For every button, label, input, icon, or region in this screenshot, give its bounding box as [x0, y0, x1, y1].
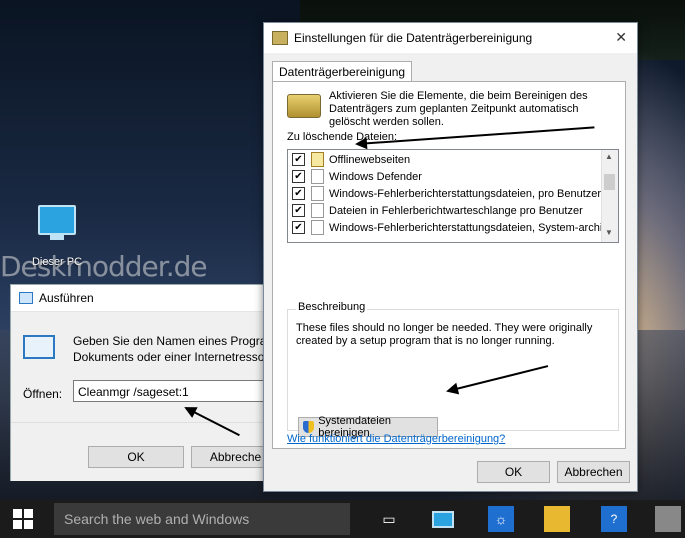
- settings-icon[interactable]: ☼: [488, 506, 514, 532]
- taskbar-search[interactable]: Search the web and Windows: [54, 503, 350, 535]
- checkbox[interactable]: ✔: [292, 221, 305, 234]
- list-item[interactable]: ✔ Dateien in Fehlerberichtwarteschlange …: [292, 202, 583, 219]
- file-explorer-icon[interactable]: [544, 506, 570, 532]
- checkbox[interactable]: ✔: [292, 204, 305, 217]
- tab-disk-cleanup[interactable]: Datenträgerbereinigung: [272, 61, 413, 82]
- drive-icon: [287, 94, 321, 118]
- file-icon: [311, 203, 324, 218]
- description-legend: Beschreibung: [296, 301, 368, 313]
- offline-pages-icon: [311, 152, 324, 167]
- file-icon: [311, 186, 324, 201]
- run-titlebar[interactable]: Ausführen: [11, 285, 279, 312]
- uac-shield-icon: [303, 421, 315, 433]
- disk-cleanup-icon: [272, 31, 288, 45]
- checkbox[interactable]: ✔: [292, 187, 305, 200]
- scroll-thumb[interactable]: [604, 174, 615, 190]
- list-item[interactable]: ✔ Windows Defender: [292, 168, 422, 185]
- list-scrollbar[interactable]: ▲ ▼: [601, 150, 618, 242]
- printer-icon[interactable]: [655, 506, 681, 532]
- list-item[interactable]: ✔ Windows-Fehlerberichterstattungsdateie…: [292, 185, 610, 202]
- run-description: Geben Sie den Namen eines Program Dokume…: [73, 334, 273, 364]
- files-list[interactable]: ✔ Offlinewebseiten ✔ Windows Defender ✔ …: [287, 149, 619, 243]
- open-input[interactable]: Cleanmgr /sageset:1: [73, 380, 273, 402]
- this-pc-icon: [38, 205, 76, 235]
- watermark: Deskmodder.de: [0, 250, 208, 283]
- list-item[interactable]: ✔ Windows-Fehlerberichterstattungsdateie…: [292, 219, 611, 236]
- scroll-down-icon[interactable]: ▼: [605, 228, 613, 237]
- start-button[interactable]: [0, 500, 46, 538]
- ok-button[interactable]: OK: [477, 461, 550, 483]
- open-label: Öffnen:: [23, 387, 63, 401]
- file-icon: [311, 169, 324, 184]
- file-icon: [311, 220, 324, 235]
- checkbox[interactable]: ✔: [292, 153, 305, 166]
- run-dialog: Ausführen Geben Sie den Namen eines Prog…: [10, 284, 280, 481]
- run-app-icon: [19, 292, 33, 304]
- description-text: These files should no longer be needed. …: [296, 322, 593, 347]
- run-ok-button[interactable]: OK: [88, 446, 184, 468]
- cleanup-settings-dialog: Einstellungen für die Datenträgerbereini…: [263, 22, 638, 492]
- windows-logo-icon: [13, 509, 33, 529]
- checkbox[interactable]: ✔: [292, 170, 305, 183]
- help-link[interactable]: Wie funktioniert die Datenträgerbereinig…: [287, 433, 505, 445]
- cleanup-title: Einstellungen für die Datenträgerbereini…: [294, 31, 533, 45]
- run-icon: [23, 335, 55, 359]
- taskbar: Search the web and Windows ▭ ☼ ?: [0, 500, 685, 538]
- close-icon[interactable]: ✕: [615, 29, 627, 46]
- intro-text: Aktivieren Sie die Elemente, die beim Be…: [329, 90, 588, 128]
- run-title: Ausführen: [39, 291, 94, 305]
- this-pc-icon[interactable]: [430, 506, 456, 532]
- run-button-bar: OK Abbreche: [11, 422, 279, 481]
- task-view-icon[interactable]: ▭: [376, 506, 402, 532]
- cleanup-titlebar[interactable]: Einstellungen für die Datenträgerbereini…: [264, 23, 637, 53]
- help-icon[interactable]: ?: [601, 506, 627, 532]
- description-group: Beschreibung These files should no longe…: [287, 301, 619, 439]
- list-item[interactable]: ✔ Offlinewebseiten: [292, 151, 410, 168]
- cancel-button[interactable]: Abbrechen: [557, 461, 630, 483]
- scroll-up-icon[interactable]: ▲: [605, 152, 613, 161]
